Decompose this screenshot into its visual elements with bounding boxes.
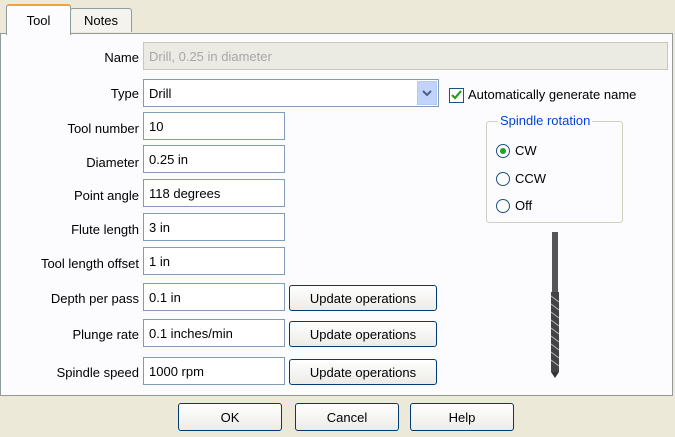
cancel-button[interactable]: Cancel [295, 403, 399, 431]
name-value: Drill, 0.25 in diameter [149, 48, 272, 64]
depth-per-pass-field[interactable]: 0.1 in [143, 283, 285, 311]
auto-name-label: Automatically generate name [468, 87, 637, 102]
diameter-label: Diameter [86, 155, 139, 170]
spindle-speed-field[interactable]: 1000 rpm [143, 357, 285, 385]
update-operations-spindle-button[interactable]: Update operations [289, 359, 437, 385]
plunge-rate-value: 0.1 inches/min [149, 325, 233, 341]
radio-ccw-label: CCW [515, 171, 547, 186]
spindle-rotation-title: Spindle rotation [498, 113, 593, 128]
tab-notes-label: Notes [84, 13, 118, 28]
name-field: Drill, 0.25 in diameter [143, 42, 668, 70]
ok-button[interactable]: OK [178, 403, 282, 431]
tool-number-value: 10 [149, 118, 164, 134]
depth-per-pass-value: 0.1 in [149, 289, 181, 305]
help-button[interactable]: Help [410, 403, 514, 431]
type-value: Drill [149, 85, 172, 101]
update-operations-depth-button[interactable]: Update operations [289, 285, 437, 311]
diameter-field[interactable]: 0.25 in [143, 145, 285, 173]
point-angle-value: 118 degrees [149, 185, 221, 201]
radio-cw-label: CW [515, 143, 537, 158]
diameter-value: 0.25 in [149, 151, 189, 167]
name-label: Name [104, 50, 139, 65]
tool-number-field[interactable]: 10 [143, 112, 285, 140]
point-angle-field[interactable]: 118 degrees [143, 179, 285, 207]
radio-selected-dot [500, 148, 506, 154]
type-label: Type [110, 86, 139, 101]
tool-length-offset-field[interactable]: 1 in [143, 247, 285, 275]
tool-length-offset-label: Tool length offset [40, 256, 139, 271]
plunge-rate-field[interactable]: 0.1 inches/min [143, 319, 285, 347]
tool-length-offset-value: 1 in [149, 253, 170, 269]
tab-tool[interactable]: Tool [6, 4, 71, 35]
tab-strip: Tool Notes [0, 0, 675, 35]
tool-number-label: Tool number [67, 121, 139, 136]
flute-length-label: Flute length [71, 222, 139, 237]
depth-per-pass-label: Depth per pass [50, 291, 139, 306]
chevron-down-icon[interactable] [417, 81, 437, 105]
radio-ccw[interactable] [496, 172, 510, 186]
checkmark-icon [451, 90, 462, 100]
drill-bit-icon [550, 232, 560, 378]
radio-cw[interactable] [496, 144, 510, 158]
flute-length-value: 3 in [149, 219, 170, 235]
spindle-speed-value: 1000 rpm [149, 363, 204, 379]
update-operations-plunge-button[interactable]: Update operations [289, 321, 437, 347]
point-angle-label: Point angle [73, 188, 139, 203]
spindle-speed-label: Spindle speed [56, 365, 139, 380]
plunge-rate-label: Plunge rate [72, 327, 140, 342]
auto-name-checkbox[interactable] [449, 88, 464, 103]
radio-off[interactable] [496, 199, 510, 213]
flute-length-field[interactable]: 3 in [143, 213, 285, 241]
tab-notes[interactable]: Notes [70, 8, 132, 32]
radio-off-label: Off [515, 198, 533, 213]
tab-tool-label: Tool [26, 13, 51, 28]
type-select[interactable]: Drill [143, 79, 439, 107]
